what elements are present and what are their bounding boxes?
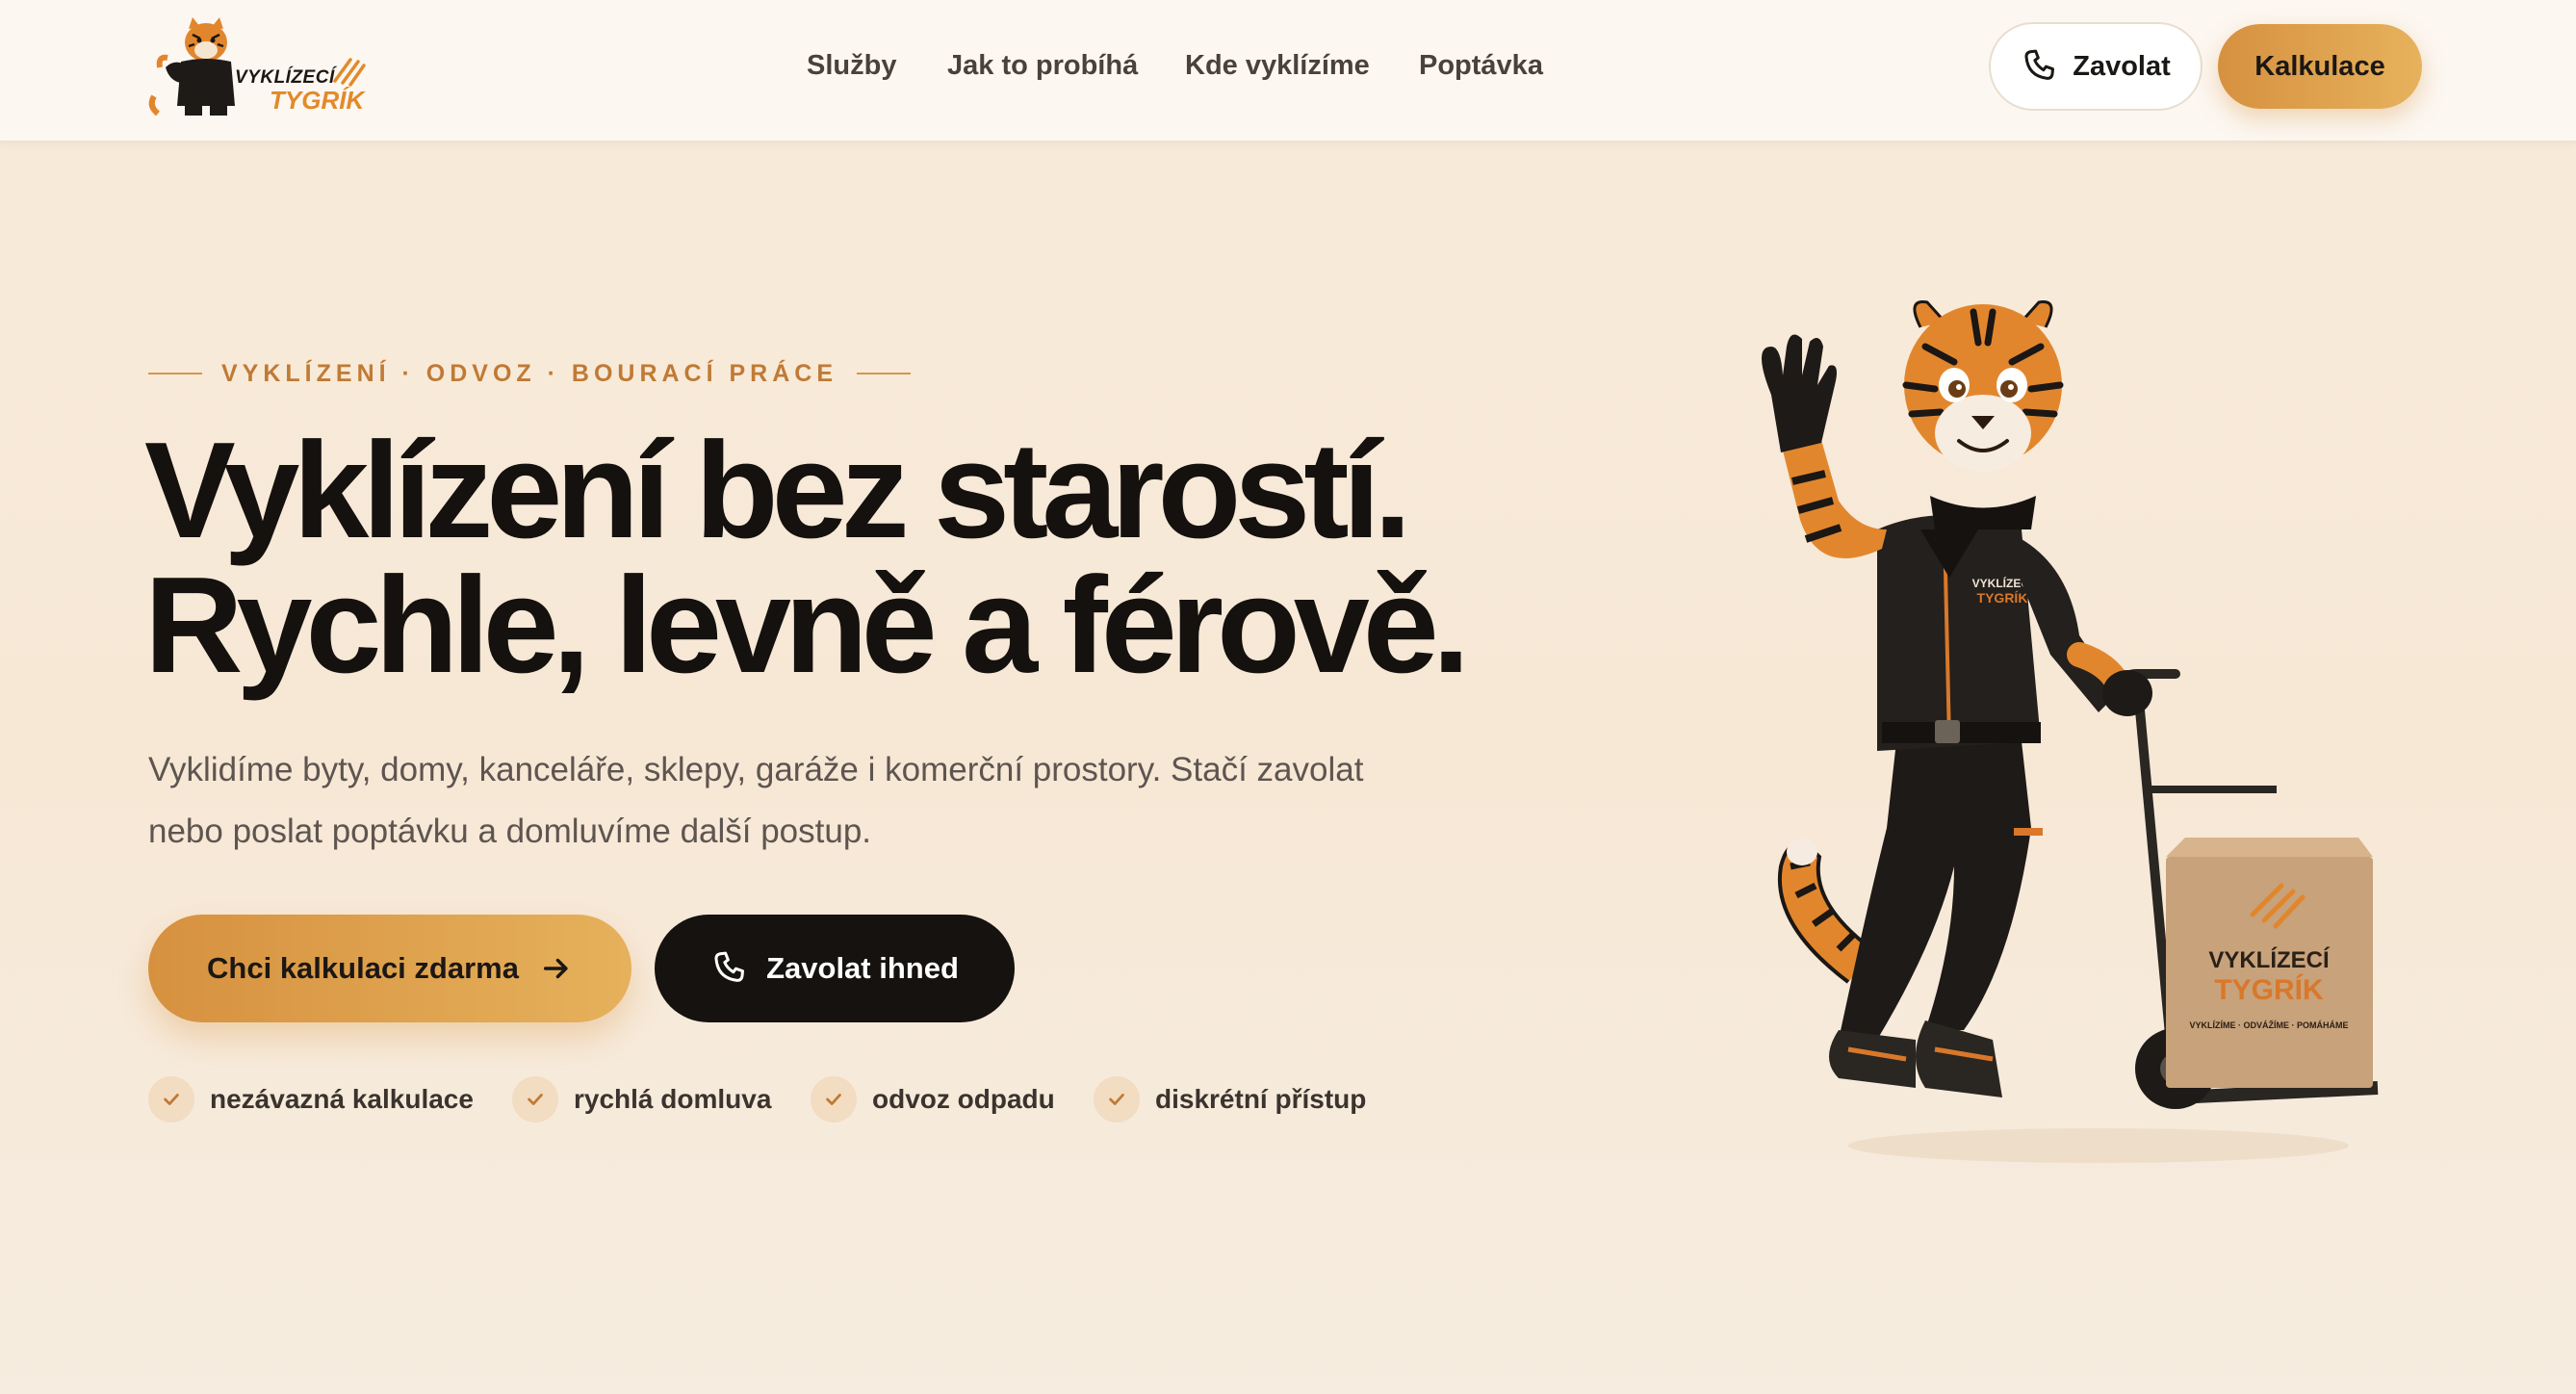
check-icon [148, 1076, 194, 1123]
nav-item-kde-vyklizime[interactable]: Kde vyklízíme [1185, 50, 1370, 82]
check-icon [811, 1076, 857, 1123]
calculation-button[interactable]: Kalkulace [2218, 24, 2422, 109]
eyebrow-line-right [857, 373, 912, 374]
hero-eyebrow: VYKLÍZENÍ · ODVOZ · BOURACÍ PRÁCE [148, 354, 912, 393]
logo[interactable]: VYKLÍZECÍ TYGRÍK [146, 13, 368, 119]
check-item-nezavazna: nezávazná kalkulace [148, 1074, 474, 1124]
nav-item-sluzby[interactable]: Služby [807, 50, 896, 82]
tiger-mascot-illustration: VYKLÍZECÍ TYGRÍK VYKLÍZÍME · ODVÁŽÍME · … [1762, 300, 2379, 1163]
check-item-label: rychlá domluva [574, 1084, 772, 1114]
free-quote-button-label: Chci kalkulaci zdarma [207, 951, 519, 985]
nav-item-jak-to-probiha[interactable]: Jak to probíhá [947, 50, 1138, 82]
check-item-label: odvoz odpadu [872, 1084, 1055, 1114]
phone-icon [714, 951, 745, 982]
box-text-2: TYGRÍK [2214, 973, 2324, 1006]
call-now-button[interactable]: Zavolat ihned [655, 915, 1015, 1022]
subtext-line-1: Vyklidíme byty, domy, kanceláře, sklepy,… [148, 751, 1364, 788]
check-icon [1094, 1076, 1140, 1123]
subtext-line-2: nebo poslat poptávku a domluvíme další p… [148, 813, 872, 850]
hero-headline: Vyklízení bez starostí. Rychle, levně a … [144, 414, 1588, 702]
call-now-button-label: Zavolat ihned [766, 951, 959, 985]
headline-line-1: Vyklízení bez starostí. [144, 414, 1411, 567]
nav-item-poptavka[interactable]: Poptávka [1419, 50, 1543, 82]
shirt-text-2: TYGRÍK [1977, 590, 2028, 606]
check-icon [512, 1076, 558, 1123]
arrow-right-icon [543, 958, 568, 979]
check-item-diskretni: diskrétní přístup [1094, 1074, 1366, 1124]
hero-subtext: Vyklidíme byty, domy, kanceláře, sklepy,… [148, 739, 1448, 863]
call-button[interactable]: Zavolat [1989, 22, 2202, 111]
box-tagline: VYKLÍZÍME · ODVÁŽÍME · POMÁHÁME [2190, 1020, 2349, 1030]
logo-text-secondary: TYGRÍK [270, 86, 365, 115]
calculation-button-label: Kalkulace [2254, 50, 2385, 82]
headline-line-2: Rychle, levně a férově. [144, 549, 1470, 702]
eyebrow-line-left [148, 373, 202, 374]
call-button-label: Zavolat [2073, 50, 2171, 82]
eyebrow-text: VYKLÍZENÍ · ODVOZ · BOURACÍ PRÁCE [221, 359, 838, 387]
check-item-odvoz: odvoz odpadu [811, 1074, 1055, 1124]
check-item-rychla: rychlá domluva [512, 1074, 771, 1124]
free-quote-button[interactable]: Chci kalkulaci zdarma [148, 915, 631, 1022]
check-item-label: diskrétní přístup [1155, 1084, 1367, 1114]
phone-icon [2024, 49, 2055, 80]
box-text-1: VYKLÍZECÍ [2208, 946, 2331, 973]
site-header: VYKLÍZECÍ TYGRÍK Služby Jak to probíhá K… [0, 0, 2576, 142]
check-item-label: nezávazná kalkulace [210, 1084, 474, 1114]
